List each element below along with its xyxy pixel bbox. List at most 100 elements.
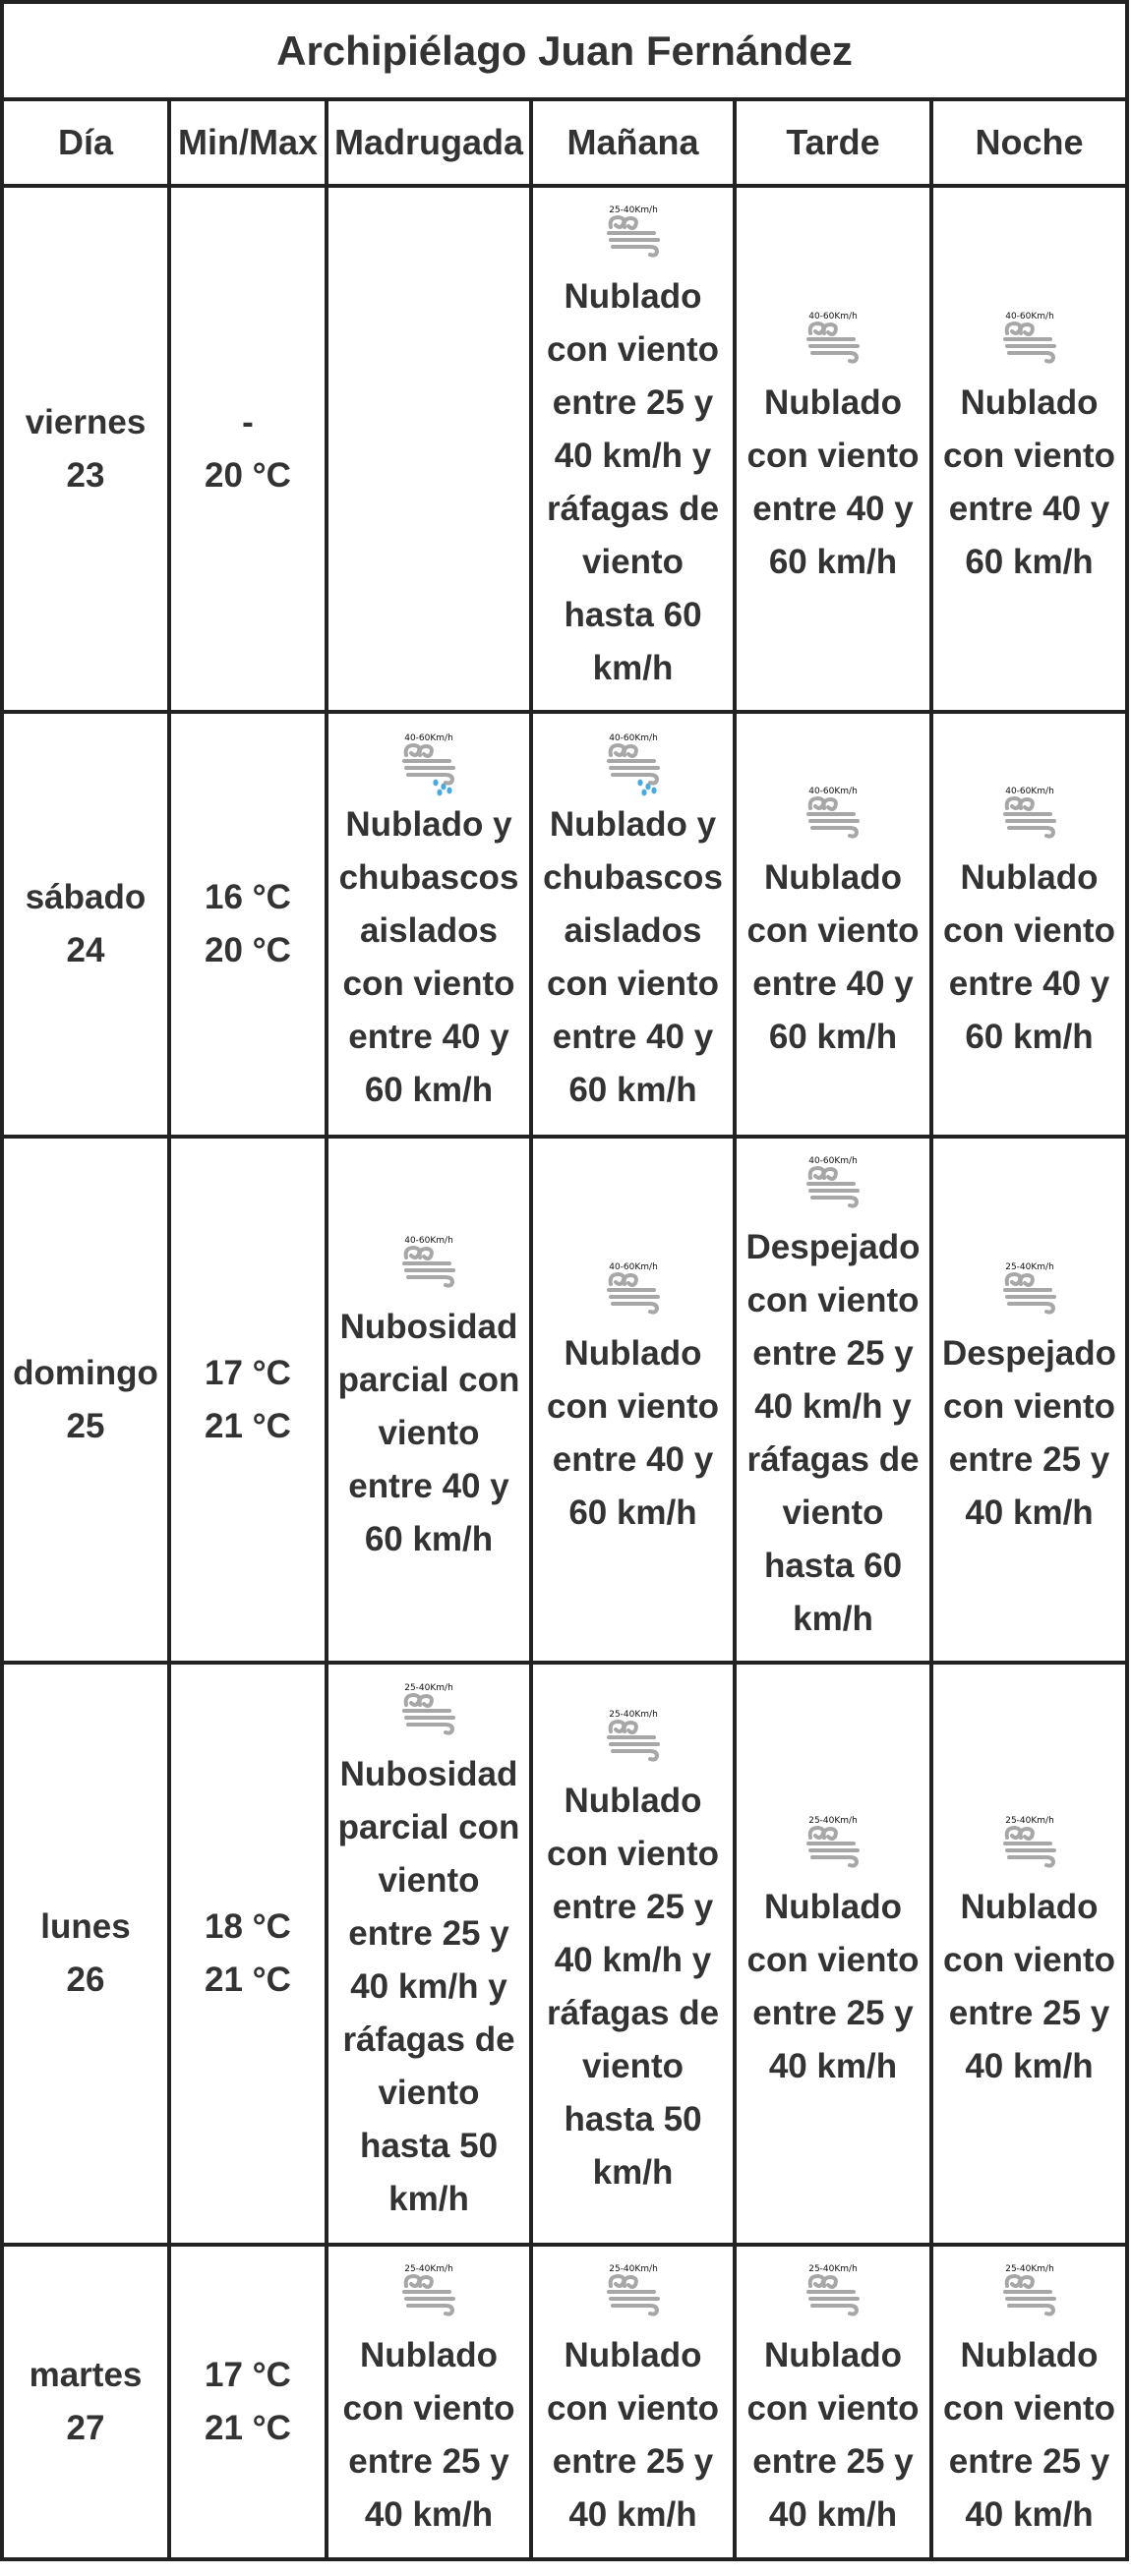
period-cell-noche: 25-40Km/h Despejado con viento entre 25 y… bbox=[928, 1135, 1130, 1665]
forecast-description: Nublado con viento entre 25 y 40 km/h bbox=[746, 2336, 920, 2534]
period-cell-manana: 40-60Km/h Nublado con viento entre 40 y 6… bbox=[529, 1135, 737, 1665]
period-cell-manana: 25-40Km/h Nublado con viento entre 25 y 4… bbox=[529, 184, 737, 714]
wind-icon: 25-40Km/h bbox=[402, 2264, 455, 2316]
period-cell-madrugada: 25-40Km/h Nublado con viento entre 25 y 4… bbox=[325, 2243, 533, 2561]
wind-speed-label: 25-40Km/h bbox=[808, 1816, 858, 1826]
period-cell-madrugada: 40-60Km/h Nublado y chubascos aislados co… bbox=[325, 710, 533, 1139]
wind-icon: 40-60Km/h bbox=[402, 1236, 455, 1288]
wind-icon: 40-60Km/h bbox=[806, 787, 860, 839]
period-cell-madrugada: 40-60Km/h Nubosidad parcial con viento en… bbox=[325, 1135, 533, 1665]
day-cell: martes 27 bbox=[0, 2243, 171, 2561]
wind-icon: 40-60Km/h bbox=[806, 1156, 860, 1208]
forecast-row: martes 27 17 °C 21 °C 25-40Km/h Nublado con v… bbox=[0, 2243, 1130, 2561]
header-row: Día Min/Max Madrugada Mañana Tarde Noche bbox=[0, 97, 1130, 188]
day-name: lunes bbox=[40, 1907, 131, 1946]
wind-icon: 25-40Km/h bbox=[1002, 1262, 1056, 1315]
forecast-description: Nublado con viento entre 25 y 40 km/h bbox=[342, 2336, 515, 2534]
forecast-description: Nubosidad parcial con viento entre 40 y … bbox=[337, 1307, 520, 1558]
forecast-description: Nublado con viento entre 40 y 60 km/h bbox=[943, 858, 1116, 1056]
wind-speed-label: 25-40Km/h bbox=[609, 2264, 658, 2274]
day-cell: lunes 26 bbox=[0, 1661, 171, 2247]
day-cell: viernes 23 bbox=[0, 184, 171, 714]
wind-icon: 40-60Km/h bbox=[606, 1262, 660, 1315]
header-noche: Noche bbox=[928, 97, 1130, 188]
min-max-cell: 17 °C 21 °C bbox=[167, 2243, 328, 2561]
forecast-description: Nublado con viento entre 25 y 40 km/h y … bbox=[546, 1782, 720, 2192]
period-cell-tarde: 40-60Km/h Nublado con viento entre 40 y 6… bbox=[733, 710, 933, 1139]
forecast-container: Archipiélago Juan Fernández Día Min/Max … bbox=[0, 0, 1130, 2561]
forecast-table: Archipiélago Juan Fernández Día Min/Max … bbox=[0, 0, 1130, 2561]
day-cell: domingo 25 bbox=[0, 1135, 171, 1665]
wind-rain-icon: 40-60Km/h bbox=[606, 733, 660, 796]
day-date: 26 bbox=[66, 1961, 105, 1999]
day-date: 23 bbox=[66, 455, 105, 495]
wind-icon: 40-60Km/h bbox=[806, 312, 860, 364]
min-max-cell: 18 °C 21 °C bbox=[167, 1661, 328, 2247]
forecast-description: Nublado con viento entre 25 y 40 km/h bbox=[943, 1888, 1116, 2085]
wind-icon: 40-60Km/h bbox=[1002, 312, 1056, 364]
temp-min: 17 °C bbox=[205, 1353, 291, 1392]
forecast-description: Nublado con viento entre 25 y 40 km/h bbox=[546, 2336, 720, 2534]
forecast-row: lunes 26 18 °C 21 °C 25-40Km/h Nubosidad parc… bbox=[0, 1661, 1130, 2247]
wind-speed-label: 25-40Km/h bbox=[609, 205, 658, 215]
day-name: sábado bbox=[25, 878, 147, 916]
header-dia: Día bbox=[0, 97, 171, 188]
day-date: 27 bbox=[66, 2409, 105, 2447]
wind-icon: 25-40Km/h bbox=[806, 2264, 860, 2316]
wind-speed-label: 25-40Km/h bbox=[404, 2264, 453, 2274]
temp-min: 16 °C bbox=[205, 878, 291, 916]
period-cell-noche: 40-60Km/h Nublado con viento entre 40 y 6… bbox=[928, 710, 1130, 1139]
wind-speed-label: 40-60Km/h bbox=[1005, 787, 1054, 796]
wind-speed-label: 40-60Km/h bbox=[404, 733, 453, 743]
wind-icon: 25-40Km/h bbox=[606, 1710, 660, 1762]
header-min-max: Min/Max bbox=[167, 97, 328, 188]
temp-min: - bbox=[242, 402, 254, 441]
wind-icon: 25-40Km/h bbox=[1002, 1816, 1056, 1868]
wind-icon: 25-40Km/h bbox=[606, 2264, 660, 2316]
temp-max: 21 °C bbox=[205, 1961, 291, 1999]
wind-icon: 40-60Km/h bbox=[1002, 787, 1056, 839]
min-max-cell: 17 °C 21 °C bbox=[167, 1135, 328, 1665]
wind-icon: 25-40Km/h bbox=[1002, 2264, 1056, 2316]
period-cell-tarde: 25-40Km/h Nublado con viento entre 25 y 4… bbox=[733, 1661, 933, 2247]
period-cell-tarde: 40-60Km/h Despejado con viento entre 25 y… bbox=[733, 1135, 933, 1665]
period-cell-noche: 40-60Km/h Nublado con viento entre 40 y 6… bbox=[928, 184, 1130, 714]
period-cell-manana: 40-60Km/h Nublado y chubascos aislados co… bbox=[529, 710, 737, 1139]
temp-max: 21 °C bbox=[205, 1406, 291, 1445]
period-cell-tarde: 40-60Km/h Nublado con viento entre 40 y 6… bbox=[733, 184, 933, 714]
wind-speed-label: 25-40Km/h bbox=[1005, 1262, 1054, 1272]
forecast-description: Nublado con viento entre 40 y 60 km/h bbox=[746, 858, 920, 1056]
wind-speed-label: 40-60Km/h bbox=[808, 312, 858, 322]
wind-speed-label: 25-40Km/h bbox=[404, 1683, 453, 1693]
forecast-description: Nublado con viento entre 40 y 60 km/h bbox=[943, 382, 1116, 581]
period-cell-madrugada bbox=[325, 184, 533, 714]
wind-icon: 25-40Km/h bbox=[806, 1816, 860, 1868]
wind-speed-label: 40-60Km/h bbox=[609, 733, 658, 743]
min-max-cell: - 20 °C bbox=[167, 184, 328, 714]
wind-icon: 25-40Km/h bbox=[402, 1683, 455, 1735]
forecast-row: domingo 25 17 °C 21 °C 40-60Km/h Nubosidad pa… bbox=[0, 1135, 1130, 1665]
forecast-description: Nublado con viento entre 25 y 40 km/h bbox=[746, 1888, 920, 2085]
forecast-row: viernes 23 - 20 °C 25-40Km/h Nublado con vien… bbox=[0, 184, 1130, 714]
wind-speed-label: 40-60Km/h bbox=[1005, 312, 1054, 322]
header-manana: Mañana bbox=[529, 97, 737, 188]
forecast-description: Nublado con viento entre 40 y 60 km/h bbox=[746, 382, 920, 581]
forecast-description: Despejado con viento entre 25 y 40 km/h bbox=[942, 1333, 1117, 1532]
day-date: 25 bbox=[66, 1406, 105, 1445]
day-cell: sábado 24 bbox=[0, 710, 171, 1139]
temp-max: 20 °C bbox=[205, 455, 291, 495]
header-madrugada: Madrugada bbox=[325, 97, 533, 188]
forecast-row: sábado 24 16 °C 20 °C 40-60Km/h Nublado y chu… bbox=[0, 710, 1130, 1139]
forecast-description: Nublado con viento entre 40 y 60 km/h bbox=[546, 1333, 720, 1532]
day-name: martes bbox=[29, 2356, 143, 2394]
period-cell-manana: 25-40Km/h Nublado con viento entre 25 y 4… bbox=[529, 2243, 737, 2561]
temp-max: 21 °C bbox=[205, 2409, 291, 2447]
temp-max: 20 °C bbox=[205, 931, 291, 969]
forecast-description: Nublado con viento entre 25 y 40 km/h bbox=[943, 2336, 1116, 2534]
day-date: 24 bbox=[66, 931, 105, 969]
wind-speed-label: 40-60Km/h bbox=[609, 1262, 658, 1272]
day-name: domingo bbox=[13, 1353, 158, 1392]
temp-min: 18 °C bbox=[205, 1907, 291, 1946]
forecast-description: Nublado y chubascos aislados con viento … bbox=[338, 805, 519, 1109]
wind-speed-label: 25-40Km/h bbox=[1005, 2264, 1054, 2274]
